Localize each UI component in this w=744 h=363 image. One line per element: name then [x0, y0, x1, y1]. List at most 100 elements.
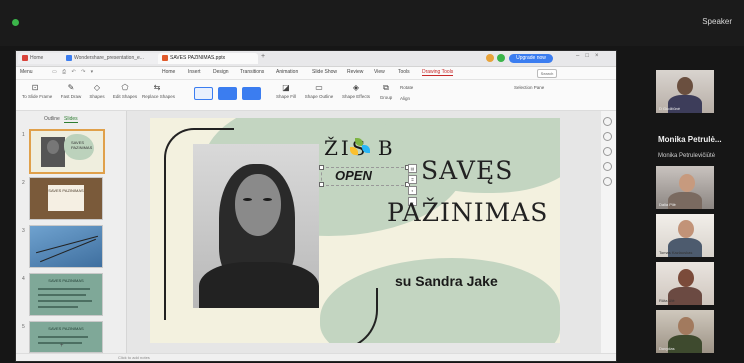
style-icon[interactable]	[603, 147, 612, 156]
slide-thumbnail-3[interactable]	[29, 225, 103, 268]
tab-outline[interactable]: Outline	[44, 116, 60, 122]
menu-item-insert[interactable]: Insert	[188, 69, 201, 75]
thumbnail-text-line	[38, 294, 86, 296]
slide-frame-button[interactable]: ⊡ To Slide Frame	[22, 83, 52, 99]
shape-style-1[interactable]	[194, 87, 213, 100]
menu-item-slide-show[interactable]: Slide Show	[312, 69, 337, 75]
shape-icon[interactable]	[603, 132, 612, 141]
thumbnail-title: SAVES PAZINIMAS	[48, 185, 84, 211]
menu-item-home[interactable]: Home	[162, 69, 175, 75]
logo-open-text[interactable]: OPEN	[335, 168, 372, 183]
security-status-icon[interactable]	[12, 19, 19, 26]
thumbnail-text-line	[38, 336, 88, 338]
slide-subtitle[interactable]: su Sandra Jake	[395, 273, 498, 289]
menu-item-animation[interactable]: Animation	[276, 69, 298, 75]
group-icon: ⧉	[383, 83, 389, 92]
tab-slides[interactable]: Slides	[64, 116, 78, 123]
resize-handle[interactable]	[319, 165, 324, 170]
replace-shapes-button[interactable]: ⇆ Replace Shapes	[142, 83, 175, 99]
photo-body	[199, 262, 319, 308]
shape-fill-button[interactable]: ◪ Shape Fill	[274, 83, 298, 99]
file-menu-button[interactable]: Menu	[20, 69, 33, 75]
shape-outline-button[interactable]: ▭ Shape Outline	[302, 83, 336, 99]
thumbnail-text-line	[38, 306, 78, 308]
slide-thumbnail-5[interactable]: SAVES PAZINIMAS	[29, 321, 103, 353]
slide-editing-area: ŽIS B OPEN ▤ ⌗ ◐ … SAVĘS PAŽINIMAS su Sa…	[127, 111, 601, 353]
photo-eye	[243, 198, 252, 201]
slide-thumbnail-4[interactable]: SAVES PAZINIMAS	[29, 273, 103, 316]
window-controls[interactable]: –□×	[576, 53, 604, 63]
shape-style-2[interactable]	[218, 87, 237, 100]
slide-number: 5	[22, 324, 25, 330]
property-icon[interactable]	[603, 117, 612, 126]
slide-thumbnail-2[interactable]: SAVES PAZINIMAS	[29, 177, 103, 220]
crop-icon[interactable]: ⌗	[408, 175, 417, 184]
participant-video[interactable]: Rūta Ulė	[656, 262, 714, 305]
menu-item-design[interactable]: Design	[213, 69, 229, 75]
participant-name: D Gudžiūnė	[659, 106, 681, 111]
menu-item-tools[interactable]: Tools	[398, 69, 410, 75]
rotate-button[interactable]: Rotate	[400, 85, 413, 90]
account-icon[interactable]	[497, 54, 505, 62]
selection-pane-button[interactable]: Selection Pane	[514, 85, 544, 90]
active-speaker-name: Monika Petrulė...	[658, 135, 722, 144]
quick-access-icons[interactable]: ▭ ⎙ ↶ ↷ ▾	[52, 69, 95, 75]
photo-face	[235, 174, 281, 236]
upgrade-button[interactable]: Upgrade now	[509, 54, 553, 63]
shape-effects-button[interactable]: ◈ Shape Effects	[340, 83, 372, 99]
slide-title-line-2[interactable]: PAŽINIMAS	[387, 198, 548, 227]
slide-thumbnail-1[interactable]: SAVES PAZINIMAS	[29, 129, 105, 174]
menu-item-review[interactable]: Review	[347, 69, 363, 75]
slide-title-line-1[interactable]: SAVĘS	[421, 156, 513, 185]
draw-icon: ✎	[67, 83, 75, 92]
menu-item-drawing-tools[interactable]: Drawing Tools	[422, 69, 454, 76]
app-tab-bar: Home Wondershare_presentation_e... SAVES…	[16, 51, 616, 67]
speaker-photo[interactable]	[193, 144, 319, 308]
add-slide-button[interactable]: +	[60, 343, 64, 349]
participant-video[interactable]: Dovydas	[656, 310, 714, 353]
group-button[interactable]: ⧉ Group	[378, 83, 394, 100]
menu-item-transitions[interactable]: Transitions	[240, 69, 264, 75]
leaf-icon	[350, 147, 358, 155]
view-toggle-button[interactable]: Speaker	[702, 17, 732, 26]
menu-bar: Menu ▭ ⎙ ↶ ↷ ▾ Home Insert Design Transi…	[16, 67, 616, 80]
document-icon	[66, 54, 72, 61]
shape-style-3[interactable]	[242, 87, 261, 100]
shared-screen-window: Home Wondershare_presentation_e... SAVES…	[15, 50, 617, 362]
menu-item-view[interactable]: View	[374, 69, 385, 75]
fast-draw-button[interactable]: ✎ Fast Draw	[60, 83, 82, 99]
participant-video[interactable]: Tomas Kazlauskas	[656, 214, 714, 257]
new-tab-icon[interactable]: +	[261, 53, 265, 60]
style-icon[interactable]: ◐	[408, 186, 417, 195]
participant-head	[679, 174, 695, 192]
shapes-button[interactable]: ◇ Shapes	[88, 83, 106, 99]
edit-shapes-button[interactable]: ⬠ Edit Shapes	[112, 83, 138, 99]
current-slide[interactable]: ŽIS B OPEN ▤ ⌗ ◐ … SAVĘS PAŽINIMAS su Sa…	[150, 118, 560, 343]
right-side-toolbar	[603, 117, 613, 192]
search-input[interactable]: Search	[537, 69, 557, 78]
notification-icon[interactable]	[486, 54, 494, 62]
replace-icon: ⇆	[153, 83, 161, 92]
tab-document[interactable]: Wondershare_presentation_e...	[62, 53, 162, 64]
meeting-top-bar: Speaker	[0, 0, 744, 46]
tab-home[interactable]: Home	[18, 53, 66, 64]
align-button[interactable]: Align	[400, 96, 410, 101]
presentation-icon	[162, 54, 168, 61]
layout-icon[interactable]: ▤	[408, 164, 417, 173]
edit-shape-icon: ⬠	[121, 83, 129, 92]
resize-handle[interactable]	[319, 182, 324, 187]
animation-icon[interactable]	[603, 162, 612, 171]
slide-number: 3	[22, 228, 25, 234]
participant-head	[678, 220, 694, 238]
status-bar: Click to add notes	[16, 353, 616, 361]
participants-panel: D Gudžiūnė Monika Petrulė... Monika Petr…	[650, 64, 744, 363]
settings-icon[interactable]	[603, 177, 612, 186]
thumbnail-text-line	[38, 288, 90, 290]
participant-video[interactable]: Dalia Pilė	[656, 166, 714, 209]
outline-icon: ▭	[315, 83, 323, 92]
notes-input[interactable]: Click to add notes	[118, 355, 150, 360]
thumbnail-line	[39, 238, 97, 263]
participant-name: Monika Petrulevičiūtė	[658, 153, 716, 159]
tab-presentation[interactable]: SAVES PAZINIMAS.pptx	[158, 53, 258, 64]
participant-video[interactable]: D Gudžiūnė	[656, 70, 714, 113]
